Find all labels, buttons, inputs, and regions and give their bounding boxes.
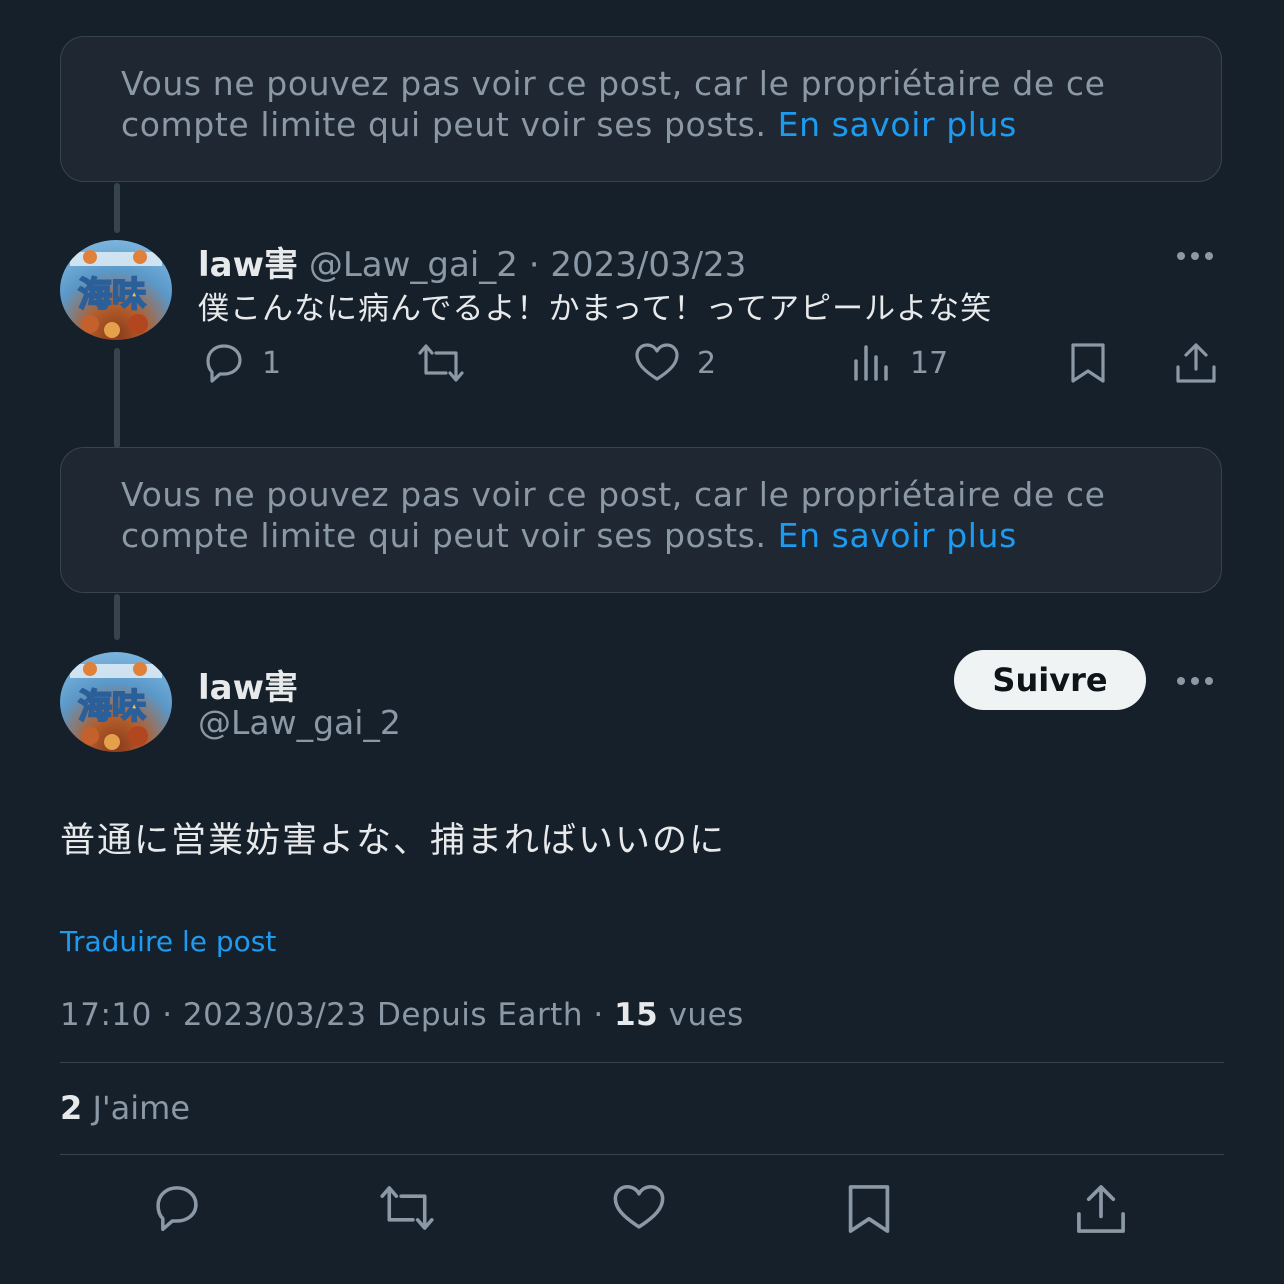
bookmark-button[interactable] [842,1182,896,1236]
like-button[interactable] [610,1182,668,1234]
avatar-image: 海味 [70,250,162,338]
like-count: 2 [697,345,717,381]
avatar-brand-text: 海味 [78,687,146,727]
retweet-icon [418,344,464,382]
thread-line [114,348,120,448]
translate-link[interactable]: Traduire le post [60,925,276,958]
reply-button[interactable] [148,1182,206,1234]
retweet-icon [380,1186,434,1230]
thread-line [114,594,120,640]
views-icon [854,345,888,381]
reply-header: law害 @Law_gai_2 · 2023/03/23 [198,237,746,286]
bookmark-icon [848,1185,890,1233]
share-button[interactable] [1174,341,1218,385]
reply-button[interactable]: 1 [200,341,281,385]
author-handle[interactable]: @Law_gai_2 [198,703,401,742]
separator: · [528,245,540,285]
likes-count: 2 [60,1089,83,1127]
avatar[interactable]: 海味 [60,240,172,340]
restricted-post-notice: Vous ne pouvez pas voir ce post, car le … [60,36,1222,182]
bookmark-icon [1071,343,1105,383]
avatar[interactable]: 海味 [60,652,172,752]
post-time[interactable]: 17:10 [60,997,152,1033]
reply-icon [206,344,242,383]
reply-count: 1 [262,345,282,381]
post-source: Depuis Earth [376,997,583,1033]
view-count: 17 [910,345,949,381]
post-meta: 17:10 · 2023/03/23 Depuis Earth · 15 vue… [60,997,744,1033]
restricted-post-notice: Vous ne pouvez pas voir ce post, car le … [60,447,1222,593]
follow-button[interactable]: Suivre [954,650,1146,710]
author-name[interactable]: law害 [198,245,298,285]
learn-more-link[interactable]: En savoir plus [778,516,1017,555]
divider [60,1154,1224,1155]
divider [60,1062,1224,1063]
reply-text: 僕こんなに病んでるよ！かまって！ってアピールよな笑 [198,291,993,327]
post-text: 普通に営業妨害よな、捕まればいいのに [60,821,727,861]
view-count: 15 [614,997,659,1033]
learn-more-link[interactable]: En savoir plus [778,105,1017,144]
likes-label: J'aime [92,1089,191,1127]
avatar-brand-text: 海味 [78,275,146,315]
bookmark-button[interactable] [1066,341,1110,385]
share-icon [1176,343,1216,383]
more-icon[interactable] [1177,677,1213,685]
views-label: vues [668,997,744,1033]
share-icon [1077,1185,1125,1233]
author-name[interactable]: law害 [198,660,298,709]
like-icon [613,1184,665,1229]
retweet-button[interactable] [414,341,468,385]
reply-icon [156,1186,198,1232]
like-icon [635,343,679,381]
views-button[interactable]: 17 [850,341,948,385]
more-icon[interactable] [1177,252,1213,260]
author-handle[interactable]: @Law_gai_2 [309,245,518,285]
separator: · [593,997,604,1033]
post-date[interactable]: 2023/03/23 [550,245,746,285]
share-button[interactable] [1074,1182,1128,1236]
avatar-image: 海味 [70,662,162,750]
separator: · [162,997,173,1033]
thread-line [114,183,120,233]
likes-summary[interactable]: 2 J'aime [60,1089,190,1127]
post-date[interactable]: 2023/03/23 [183,997,367,1033]
retweet-button[interactable] [374,1182,440,1234]
like-button[interactable]: 2 [633,341,716,385]
